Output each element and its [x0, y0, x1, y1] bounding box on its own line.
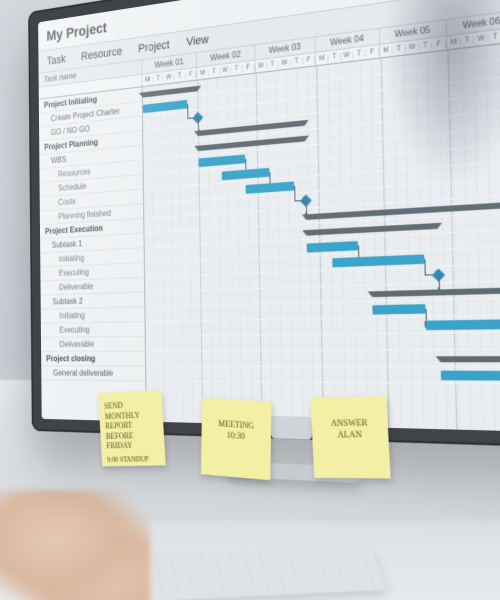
- dependency-arrow: [294, 185, 307, 202]
- day-header: M: [447, 38, 461, 47]
- scene: My Project Task Resource Project View Ta…: [0, 0, 500, 600]
- dependency-arrow: [306, 201, 308, 217]
- task-row[interactable]: Deliverable: [40, 278, 144, 296]
- task-row[interactable]: Executing: [40, 263, 144, 282]
- dependency-arrow: [426, 309, 429, 326]
- monitor: My Project Task Resource Project View Ta…: [28, 0, 500, 449]
- dependency-arrow: [358, 246, 361, 262]
- day-header: T: [461, 36, 475, 45]
- gantt-task-bar[interactable]: [307, 241, 358, 252]
- menu-view[interactable]: View: [186, 33, 209, 49]
- dependency-arrow: [425, 259, 439, 276]
- day-header: T: [489, 32, 500, 41]
- gantt-task-bar[interactable]: [426, 318, 500, 330]
- day-header: F: [303, 56, 315, 64]
- day-header: T: [175, 72, 186, 80]
- gantt-summary-bar[interactable]: [198, 120, 305, 136]
- task-row[interactable]: Initiating: [41, 307, 145, 324]
- gantt-summary-bar[interactable]: [372, 285, 500, 297]
- day-header: F: [366, 48, 379, 56]
- gantt-summary-bar[interactable]: [199, 136, 306, 151]
- dependency-arrow: [187, 103, 198, 119]
- gantt-task-bar[interactable]: [441, 371, 500, 382]
- day-header: M: [198, 69, 209, 77]
- gantt-summary-bar[interactable]: [307, 223, 438, 236]
- day-header: T: [153, 75, 164, 83]
- task-row[interactable]: WBS: [39, 146, 142, 170]
- gantt-summary-bar[interactable]: [143, 86, 198, 98]
- day-header: T: [209, 68, 220, 76]
- day-header: T: [328, 53, 341, 61]
- gantt-milestone[interactable]: [300, 194, 312, 207]
- task-row[interactable]: Deliverable: [41, 337, 145, 352]
- gantt-task-bar[interactable]: [199, 154, 245, 167]
- task-row[interactable]: Subtask 1: [40, 234, 144, 254]
- day-header: W: [164, 73, 175, 81]
- hand: [0, 490, 150, 600]
- day-header: T: [353, 49, 366, 57]
- gantt-task-bar[interactable]: [372, 304, 426, 315]
- sticky-note: MEETING 10:30: [201, 398, 272, 480]
- day-header: W: [475, 34, 489, 43]
- gantt-summary-bar[interactable]: [307, 197, 500, 220]
- day-header: W: [341, 51, 354, 59]
- gantt-task-bar[interactable]: [332, 254, 424, 267]
- day-header: F: [186, 71, 197, 79]
- task-group-row[interactable]: Project Planning: [39, 131, 142, 155]
- gantt-milestone[interactable]: [432, 268, 445, 281]
- day-header: W: [406, 43, 419, 52]
- task-group-row[interactable]: Project closing: [41, 352, 145, 367]
- day-header: T: [231, 65, 243, 73]
- gantt-area[interactable]: [143, 33, 500, 434]
- day-header: F: [243, 63, 255, 71]
- day-header: T: [393, 44, 406, 53]
- dependency-arrow: [439, 275, 442, 292]
- screen: My Project Task Resource Project View Ta…: [38, 0, 500, 434]
- task-row[interactable]: General deliverable: [41, 366, 145, 381]
- day-header: T: [291, 57, 303, 65]
- day-header: M: [380, 46, 393, 54]
- task-row[interactable]: Costs: [40, 190, 143, 212]
- gantt-task-bar[interactable]: [143, 100, 187, 113]
- day-header: T: [419, 41, 433, 50]
- day-header: W: [220, 66, 231, 74]
- dependency-arrow: [245, 159, 247, 174]
- menu-project[interactable]: Project: [138, 38, 169, 55]
- day-header: F: [433, 39, 447, 48]
- day-header: M: [316, 54, 328, 62]
- task-row[interactable]: Subtask 2: [41, 293, 145, 310]
- dependency-arrow: [198, 118, 200, 133]
- task-group-row[interactable]: Project Execution: [40, 219, 144, 240]
- day-header: W: [279, 59, 291, 67]
- task-row[interactable]: Create Project Charter: [39, 102, 142, 128]
- task-row[interactable]: Schedule: [40, 175, 143, 197]
- gantt-summary-bar[interactable]: [441, 356, 500, 362]
- gantt-milestone[interactable]: [193, 112, 204, 124]
- gantt-task-bar[interactable]: [222, 168, 269, 180]
- sticky-subtext: 9:00 STANDUP: [107, 455, 160, 465]
- gantt-task-bar[interactable]: [246, 182, 294, 194]
